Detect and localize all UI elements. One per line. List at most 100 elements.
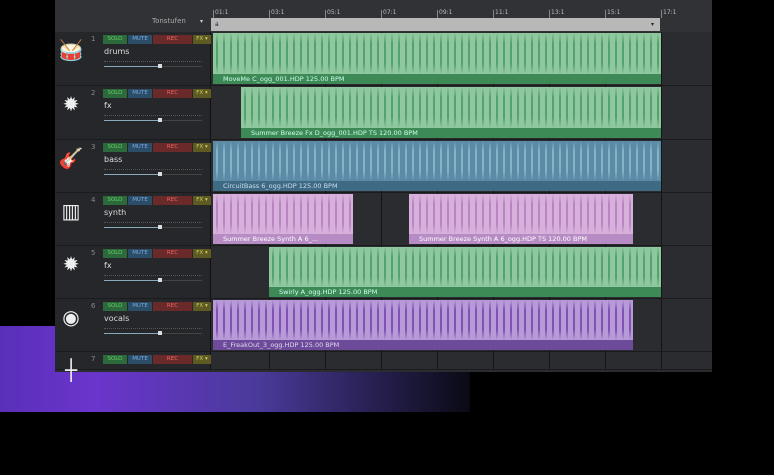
track-lane[interactable]: MoveMe C_ogg_001.HDP 125.00 BPM (211, 32, 712, 85)
volume-slider[interactable] (104, 64, 202, 68)
record-button[interactable]: REC (153, 35, 192, 44)
track-6: ◉ 6 SOLO MUTE REC FX ▾ vocals E_FreakOut… (55, 299, 712, 352)
record-button[interactable]: REC (153, 249, 192, 258)
track-2: ✹ 2 SOLO MUTE REC FX ▾ fx Summer Breeze … (55, 86, 712, 140)
track-5: ✹ 5 SOLO MUTE REC FX ▾ fx Swirly A_ogg.H… (55, 246, 712, 299)
range-bar[interactable]: a ▾ (211, 18, 660, 31)
waveform (213, 33, 661, 74)
tonstufen-dropdown[interactable]: ▾ (200, 18, 203, 25)
mouth-icon[interactable]: ◉ (58, 305, 84, 329)
track-lane[interactable]: E_FreakOut_3_ogg.HDP 125.00 BPM (211, 299, 712, 351)
solo-button[interactable]: SOLO (103, 143, 127, 152)
clip-label: CircuitBass 6_ogg.HDP 125.00 BPM (213, 181, 661, 191)
volume-slider[interactable] (104, 172, 202, 176)
record-button[interactable]: REC (153, 196, 192, 205)
audio-clip[interactable]: Summer Breeze Synth A 6_ogg.HDP TS 120.0… (409, 194, 633, 244)
guitar-icon[interactable]: 🎸 (58, 146, 84, 170)
volume-slider[interactable] (104, 225, 202, 229)
track-header[interactable]: 🥁 1 SOLO MUTE REC FX ▾ drums (55, 32, 211, 85)
track-header[interactable]: 🎸 3 SOLO MUTE REC FX ▾ bass (55, 140, 211, 192)
level-meter (104, 169, 202, 170)
volume-slider[interactable] (104, 118, 202, 122)
track-header[interactable]: ✹ 2 SOLO MUTE REC FX ▾ fx (55, 86, 211, 139)
volume-knob[interactable] (157, 118, 162, 122)
track-lane[interactable] (211, 352, 712, 369)
keyboard-icon[interactable]: ▥ (58, 199, 84, 223)
waveform (269, 247, 661, 287)
ruler-tick: 07:1 (381, 9, 397, 18)
solo-button[interactable]: SOLO (103, 196, 127, 205)
solo-button[interactable]: SOLO (103, 35, 127, 44)
record-button[interactable]: REC (153, 302, 192, 311)
waveform (213, 194, 353, 234)
explosion-icon[interactable]: ✹ (58, 92, 84, 116)
record-button[interactable]: REC (153, 89, 192, 98)
record-button[interactable]: REC (153, 143, 192, 152)
track-name[interactable]: fx (104, 261, 112, 270)
track-name[interactable]: vocals (104, 314, 129, 323)
drum-icon[interactable]: 🥁 (58, 38, 84, 62)
audio-clip[interactable]: E_FreakOut_3_ogg.HDP 125.00 BPM (213, 300, 633, 350)
empty-icon[interactable]: ┼ (58, 358, 84, 382)
track-header[interactable]: ┼ 7 SOLO MUTE REC FX ▾ (55, 352, 211, 382)
track-lane[interactable]: Summer Breeze Synth A 6_... Summer Breez… (211, 193, 712, 245)
fx-button[interactable]: FX ▾ (193, 249, 211, 258)
waveform (213, 300, 633, 340)
mute-button[interactable]: MUTE (128, 196, 152, 205)
ruler-tick: 03:1 (269, 9, 285, 18)
solo-button[interactable]: SOLO (103, 89, 127, 98)
track-name[interactable]: fx (104, 101, 112, 110)
track-lane[interactable]: CircuitBass 6_ogg.HDP 125.00 BPM (211, 140, 712, 192)
timeline-ruler[interactable]: 01:1 03:1 05:1 07:1 09:1 11:1 13:1 15:1 17:1 (211, 8, 712, 18)
volume-slider[interactable] (104, 278, 202, 282)
tonstufen-label: Tonstufen (152, 17, 186, 25)
volume-knob[interactable] (157, 331, 162, 335)
track-number: 3 (91, 143, 96, 151)
track-number: 2 (91, 89, 96, 97)
mute-button[interactable]: MUTE (128, 249, 152, 258)
track-header[interactable]: ✹ 5 SOLO MUTE REC FX ▾ fx (55, 246, 211, 298)
volume-knob[interactable] (157, 64, 162, 68)
track-name[interactable]: synth (104, 208, 126, 217)
audio-clip[interactable]: MoveMe C_ogg_001.HDP 125.00 BPM (213, 33, 661, 84)
fx-button[interactable]: FX ▾ (193, 196, 211, 205)
mute-button[interactable]: MUTE (128, 355, 152, 364)
fx-button[interactable]: FX ▾ (193, 302, 211, 311)
track-name[interactable]: drums (104, 47, 129, 56)
fx-button[interactable]: FX ▾ (193, 355, 211, 364)
volume-knob[interactable] (157, 172, 162, 176)
fx-button[interactable]: FX ▾ (193, 35, 211, 44)
mute-button[interactable]: MUTE (128, 143, 152, 152)
mute-button[interactable]: MUTE (128, 89, 152, 98)
audio-clip[interactable]: Swirly A_ogg.HDP 125.00 BPM (269, 247, 661, 297)
mute-button[interactable]: MUTE (128, 35, 152, 44)
track-header[interactable]: ▥ 4 SOLO MUTE REC FX ▾ synth (55, 193, 211, 245)
range-end-marker[interactable]: ▾ (651, 21, 654, 28)
audio-clip[interactable]: Summer Breeze Synth A 6_... (213, 194, 353, 244)
fx-button[interactable]: FX ▾ (193, 89, 211, 98)
waveform (213, 141, 661, 181)
track-name[interactable]: bass (104, 155, 122, 164)
audio-clip[interactable]: Summer Breeze Fx D_ogg_001.HDP TS 120.00… (241, 87, 661, 138)
audio-clip[interactable]: CircuitBass 6_ogg.HDP 125.00 BPM (213, 141, 661, 191)
solo-button[interactable]: SOLO (103, 249, 127, 258)
solo-button[interactable]: SOLO (103, 355, 127, 364)
level-meter (104, 115, 202, 116)
grid-line (661, 140, 662, 192)
track-header[interactable]: ◉ 6 SOLO MUTE REC FX ▾ vocals (55, 299, 211, 351)
volume-knob[interactable] (157, 225, 162, 229)
volume-knob[interactable] (157, 278, 162, 282)
ruler-tick: 17:1 (661, 9, 677, 18)
mute-button[interactable]: MUTE (128, 302, 152, 311)
explosion-icon[interactable]: ✹ (58, 252, 84, 276)
track-lane[interactable]: Summer Breeze Fx D_ogg_001.HDP TS 120.00… (211, 86, 712, 139)
fx-button[interactable]: FX ▾ (193, 143, 211, 152)
volume-slider[interactable] (104, 331, 202, 335)
grid-line (381, 193, 382, 245)
track-number: 6 (91, 302, 96, 310)
ruler-tick: 05:1 (325, 9, 341, 18)
ruler-tick: 11:1 (493, 9, 509, 18)
record-button[interactable]: REC (153, 355, 192, 364)
track-lane[interactable]: Swirly A_ogg.HDP 125.00 BPM (211, 246, 712, 298)
solo-button[interactable]: SOLO (103, 302, 127, 311)
